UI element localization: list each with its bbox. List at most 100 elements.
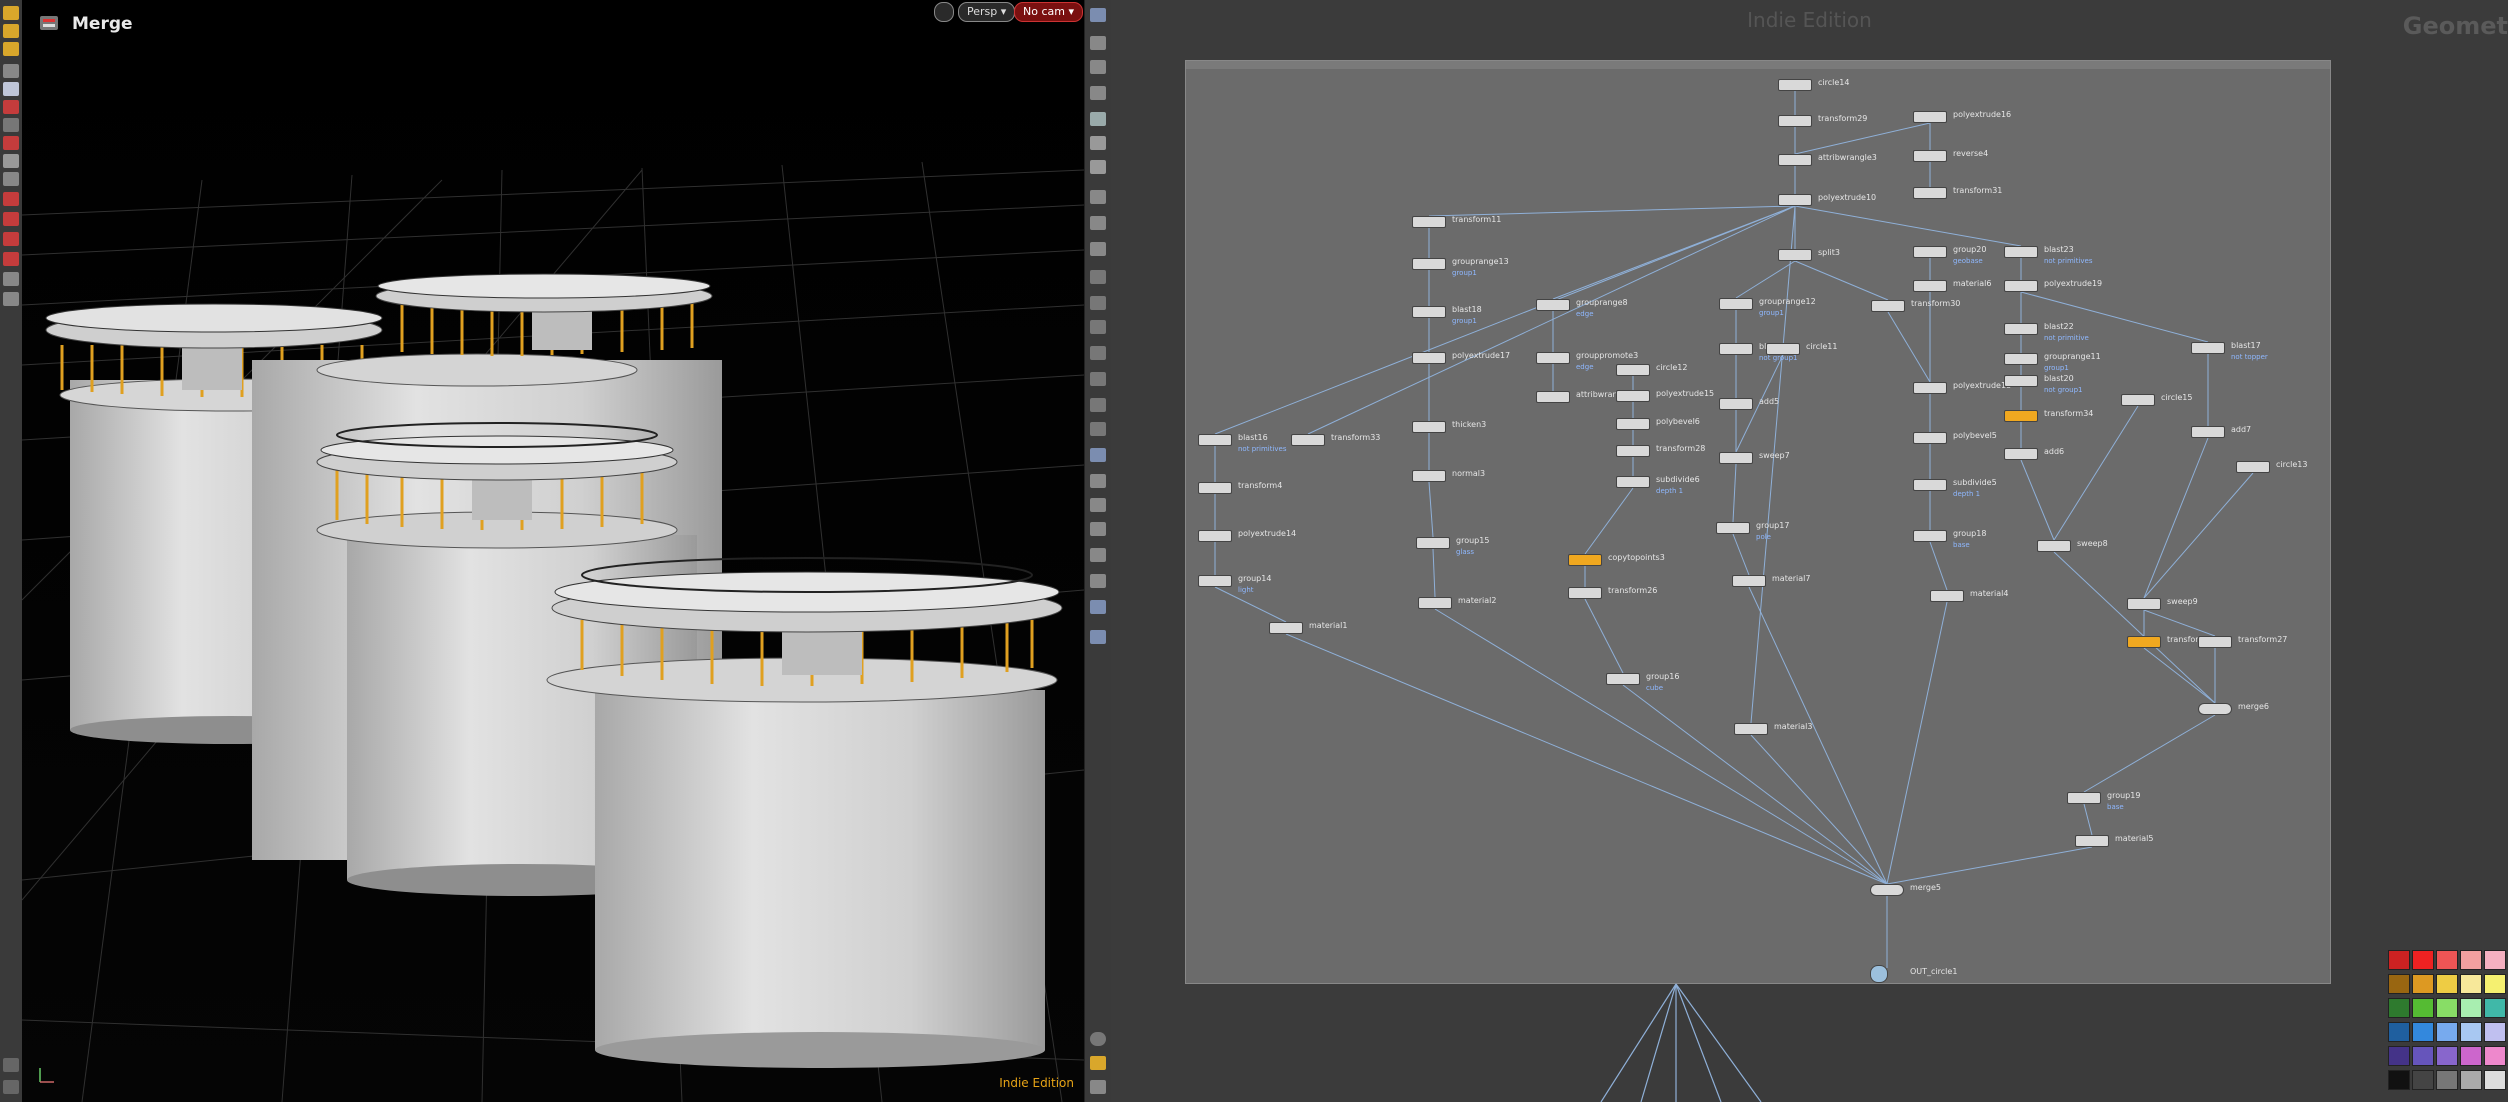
display-tool-icon[interactable]	[3, 292, 19, 306]
headlight-icon[interactable]	[1090, 160, 1106, 174]
color-swatch[interactable]	[2388, 1022, 2410, 1042]
color-swatch[interactable]	[2436, 1070, 2458, 1090]
arrow-tool-icon[interactable]	[3, 64, 19, 78]
tool-b-icon[interactable]	[1090, 320, 1106, 334]
color-swatch[interactable]	[2484, 1070, 2506, 1090]
node-tile[interactable]	[1418, 597, 1452, 609]
node-tile[interactable]	[1778, 79, 1812, 91]
dot-icon[interactable]	[1090, 270, 1106, 284]
node-tile[interactable]	[1778, 249, 1812, 261]
node-tile[interactable]	[2004, 323, 2038, 335]
node-tile[interactable]	[2198, 636, 2232, 648]
node-tile[interactable]	[1719, 398, 1753, 410]
info-icon[interactable]	[1090, 1032, 1106, 1046]
node-tile[interactable]	[2121, 394, 2155, 406]
points-icon[interactable]	[1090, 216, 1106, 230]
template-icon[interactable]	[1090, 242, 1106, 256]
magnet-tool-icon[interactable]	[3, 252, 19, 266]
scene-viewport[interactable]: Merge Persp ▾ No cam ▾ Indie Edition	[22, 0, 1084, 1102]
node-tile[interactable]	[1198, 575, 1232, 587]
node-tile[interactable]	[1416, 537, 1450, 549]
color-swatch[interactable]	[2412, 1070, 2434, 1090]
tool-g-icon[interactable]	[1090, 448, 1106, 462]
color-swatch[interactable]	[2388, 1070, 2410, 1090]
color-swatch[interactable]	[2484, 1022, 2506, 1042]
display-options-icon[interactable]	[1090, 8, 1106, 22]
node-tile[interactable]	[1913, 479, 1947, 491]
tool-d-icon[interactable]	[1090, 372, 1106, 386]
node-tile[interactable]	[1291, 434, 1325, 446]
node-tile[interactable]	[1778, 154, 1812, 166]
options-tool-icon[interactable]	[3, 1058, 19, 1072]
color-swatch[interactable]	[2484, 1046, 2506, 1066]
node-tile[interactable]	[1616, 476, 1650, 488]
handle-tool-icon[interactable]	[3, 172, 19, 186]
circle-tool-icon[interactable]	[3, 232, 19, 246]
node-tile[interactable]	[1913, 382, 1947, 394]
magnet-icon[interactable]	[3, 100, 19, 114]
node-tile[interactable]	[1536, 391, 1570, 403]
color-swatch[interactable]	[2412, 974, 2434, 994]
color-swatch[interactable]	[2388, 974, 2410, 994]
node-tile[interactable]	[1616, 445, 1650, 457]
ghost-icon[interactable]	[1090, 36, 1106, 50]
node-tile[interactable]	[1412, 352, 1446, 364]
color-swatch[interactable]	[2484, 974, 2506, 994]
node-tile[interactable]	[1616, 364, 1650, 376]
node-tile[interactable]	[2004, 410, 2038, 422]
node-tile[interactable]	[2004, 353, 2038, 365]
color-swatch[interactable]	[2460, 950, 2482, 970]
color-swatch[interactable]	[2484, 998, 2506, 1018]
node-tile[interactable]	[2004, 246, 2038, 258]
tool-n-icon[interactable]	[1090, 630, 1106, 644]
color-swatch[interactable]	[2436, 974, 2458, 994]
node-tile[interactable]	[2191, 426, 2225, 438]
tool-a-icon[interactable]	[1090, 296, 1106, 310]
footer-tool-icon[interactable]	[3, 1080, 19, 1094]
node-tile[interactable]	[2127, 598, 2161, 610]
node-tile[interactable]	[1870, 965, 1888, 983]
node-tile[interactable]	[1536, 352, 1570, 364]
node-tile[interactable]	[1198, 482, 1232, 494]
node-tile[interactable]	[1913, 530, 1947, 542]
node-tile[interactable]	[1719, 452, 1753, 464]
color-swatch[interactable]	[2436, 950, 2458, 970]
node-tile[interactable]	[1913, 280, 1947, 292]
node-tile[interactable]	[1269, 622, 1303, 634]
color-swatch[interactable]	[2436, 998, 2458, 1018]
node-tile[interactable]	[1616, 390, 1650, 402]
node-tile[interactable]	[1412, 470, 1446, 482]
tool-k-icon[interactable]	[1090, 548, 1106, 562]
node-tile[interactable]	[1930, 590, 1964, 602]
node-tile[interactable]	[2004, 375, 2038, 387]
tool-j-icon[interactable]	[1090, 522, 1106, 536]
node-tile[interactable]	[1412, 306, 1446, 318]
color-swatch[interactable]	[2436, 1046, 2458, 1066]
color-swatch[interactable]	[2460, 974, 2482, 994]
node-tile[interactable]	[1913, 432, 1947, 444]
node-tile[interactable]	[1732, 575, 1766, 587]
node-tile[interactable]	[2236, 461, 2270, 473]
node-tile[interactable]	[1716, 522, 1750, 534]
sculpt-icon[interactable]	[3, 136, 19, 150]
tool-h-icon[interactable]	[1090, 474, 1106, 488]
color-swatch[interactable]	[2388, 950, 2410, 970]
pose-tool-icon[interactable]	[3, 42, 19, 56]
node-tile[interactable]	[1568, 587, 1602, 599]
node-tile[interactable]	[1913, 111, 1947, 123]
node-tile[interactable]	[1913, 246, 1947, 258]
color-swatch[interactable]	[2388, 1046, 2410, 1066]
node-tile[interactable]	[2067, 792, 2101, 804]
node-tile[interactable]	[1198, 530, 1232, 542]
view-tool-icon[interactable]	[3, 154, 19, 168]
network-editor[interactable]: Indie Edition Geomet circle14 transform29…	[1111, 0, 2508, 1102]
node-tile[interactable]	[1536, 299, 1570, 311]
curve-tool-icon[interactable]	[3, 212, 19, 226]
color-swatch[interactable]	[2460, 998, 2482, 1018]
wireframe-icon[interactable]	[1090, 190, 1106, 204]
camera-mode-dropdown[interactable]: Persp ▾	[958, 2, 1016, 22]
color-swatch[interactable]	[2412, 1022, 2434, 1042]
shading-icon[interactable]	[1090, 112, 1106, 126]
node-tile[interactable]	[1719, 298, 1753, 310]
node-tile[interactable]	[1198, 434, 1232, 446]
